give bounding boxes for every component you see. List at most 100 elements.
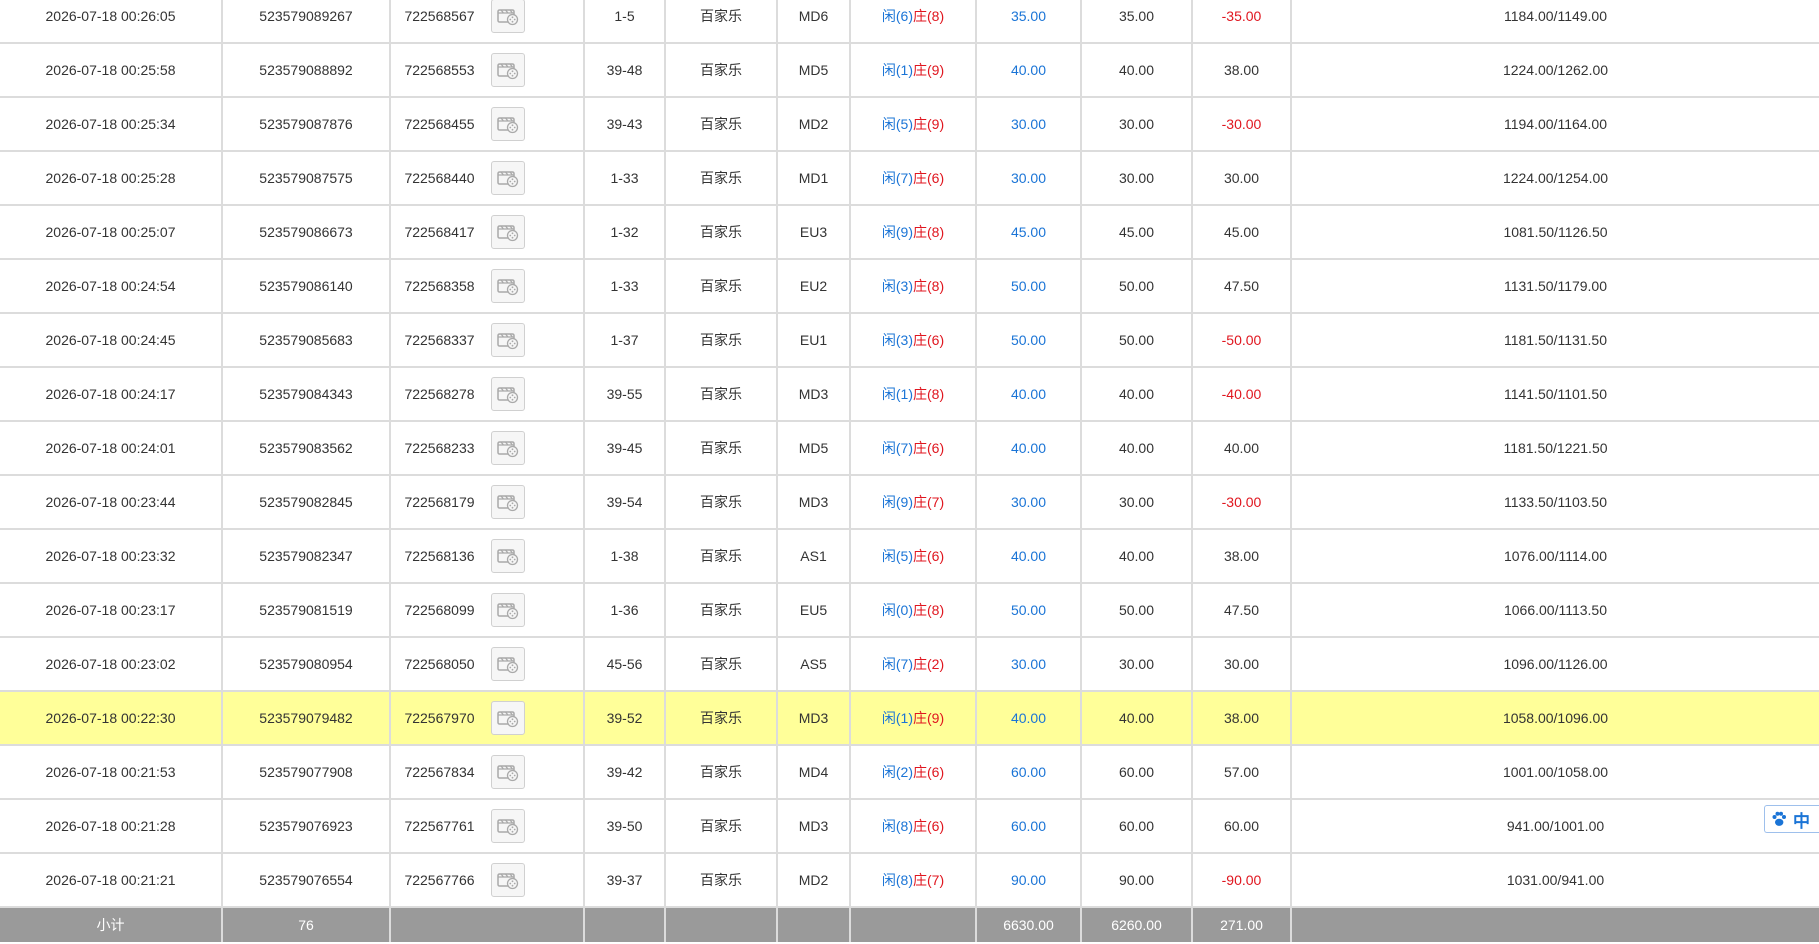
game-name: 百家乐 (665, 853, 778, 908)
table-code: MD3 (777, 367, 851, 422)
subtotal-count: 76 (222, 907, 391, 942)
bet-amount: 60.00 (976, 745, 1082, 800)
round-cell: 722568417 (390, 205, 585, 260)
subtotal-row: 小计 76 6630.00 6260.00 271.00 (0, 907, 1819, 942)
shoe-hand: 39-43 (584, 97, 666, 152)
replay-video-icon[interactable] (491, 53, 525, 87)
win-loss: 38.00 (1192, 691, 1292, 746)
banker-result: 庄(2) (913, 656, 945, 672)
shoe-hand: 39-55 (584, 367, 666, 422)
balance-change: 1181.50/1131.50 (1291, 313, 1819, 368)
replay-video-icon[interactable] (491, 0, 525, 33)
round-id: 722567834 (404, 764, 475, 780)
win-loss: 40.00 (1192, 421, 1292, 476)
balance-change: 1066.00/1113.50 (1291, 583, 1819, 638)
round-cell: 722568567 (390, 0, 585, 44)
balance-change: 1184.00/1149.00 (1291, 0, 1819, 44)
replay-video-icon[interactable] (491, 161, 525, 195)
player-result: 闲(9) (881, 224, 913, 240)
valid-bet: 50.00 (1081, 583, 1193, 638)
replay-video-icon[interactable] (491, 809, 525, 843)
replay-video-icon[interactable] (491, 215, 525, 249)
table-code: MD3 (777, 799, 851, 854)
bet-amount: 90.00 (976, 853, 1082, 908)
shoe-hand: 1-38 (584, 529, 666, 584)
banker-result: 庄(6) (913, 440, 945, 456)
replay-video-icon[interactable] (491, 377, 525, 411)
banker-result: 庄(7) (913, 872, 945, 888)
player-result: 闲(7) (881, 440, 913, 456)
round-id: 722568440 (404, 170, 475, 186)
shoe-hand: 39-52 (584, 691, 666, 746)
replay-video-icon[interactable] (491, 323, 525, 357)
player-result: 闲(5) (881, 548, 913, 564)
replay-video-icon[interactable] (491, 269, 525, 303)
banker-result: 庄(6) (913, 548, 945, 564)
bet-amount: 30.00 (976, 97, 1082, 152)
win-loss: -30.00 (1192, 97, 1292, 152)
replay-video-icon[interactable] (491, 107, 525, 141)
game-result: 闲(5)庄(6) (850, 529, 977, 584)
shoe-hand: 45-56 (584, 637, 666, 692)
bet-time: 2026-07-18 00:24:45 (0, 313, 223, 368)
replay-video-icon[interactable] (491, 485, 525, 519)
game-name: 百家乐 (665, 799, 778, 854)
game-name: 百家乐 (665, 97, 778, 152)
game-name: 百家乐 (665, 0, 778, 44)
valid-bet: 30.00 (1081, 151, 1193, 206)
bet-amount: 40.00 (976, 421, 1082, 476)
table-row: 2026-07-18 00:25:58 523579088892 722568553… (0, 43, 1819, 98)
round-cell: 722568440 (390, 151, 585, 206)
bet-amount: 30.00 (976, 637, 1082, 692)
win-loss: -40.00 (1192, 367, 1292, 422)
balance-change: 1001.00/1058.00 (1291, 745, 1819, 800)
shoe-hand: 39-48 (584, 43, 666, 98)
game-result: 闲(1)庄(8) (850, 367, 977, 422)
round-cell: 722568358 (390, 259, 585, 314)
ime-indicator[interactable]: 中 (1764, 805, 1819, 833)
replay-video-icon[interactable] (491, 647, 525, 681)
round-cell: 722568050 (390, 637, 585, 692)
table-row: 2026-07-18 00:21:28 523579076923 722567761… (0, 799, 1819, 854)
win-loss: 60.00 (1192, 799, 1292, 854)
round-id: 722568337 (404, 332, 475, 348)
bet-id: 523579080954 (222, 637, 391, 692)
replay-video-icon[interactable] (491, 863, 525, 897)
game-name: 百家乐 (665, 583, 778, 638)
table-row: 2026-07-18 00:25:34 523579087876 722568455… (0, 97, 1819, 152)
win-loss: 47.50 (1192, 583, 1292, 638)
win-loss: 47.50 (1192, 259, 1292, 314)
game-name: 百家乐 (665, 205, 778, 260)
table-code: MD3 (777, 475, 851, 530)
game-name: 百家乐 (665, 637, 778, 692)
game-name: 百家乐 (665, 313, 778, 368)
player-result: 闲(1) (881, 710, 913, 726)
bet-time: 2026-07-18 00:21:28 (0, 799, 223, 854)
replay-video-icon[interactable] (491, 431, 525, 465)
valid-bet: 50.00 (1081, 313, 1193, 368)
bet-time: 2026-07-18 00:21:21 (0, 853, 223, 908)
replay-video-icon[interactable] (491, 701, 525, 735)
shoe-hand: 1-33 (584, 259, 666, 314)
bet-amount: 30.00 (976, 151, 1082, 206)
replay-video-icon[interactable] (491, 755, 525, 789)
table-row: 2026-07-18 00:23:17 523579081519 722568099… (0, 583, 1819, 638)
bet-time: 2026-07-18 00:25:58 (0, 43, 223, 98)
bet-id: 523579076554 (222, 853, 391, 908)
round-cell: 722568099 (390, 583, 585, 638)
banker-result: 庄(8) (913, 8, 945, 24)
table-code: MD5 (777, 43, 851, 98)
subtotal-empty-result (850, 907, 977, 942)
table-row: 2026-07-18 00:22:30 523579079482 722567970… (0, 691, 1819, 746)
table-row: 2026-07-18 00:23:32 523579082347 722568136… (0, 529, 1819, 584)
valid-bet: 40.00 (1081, 691, 1193, 746)
bet-id: 523579076923 (222, 799, 391, 854)
round-id: 722568050 (404, 656, 475, 672)
bet-time: 2026-07-18 00:23:02 (0, 637, 223, 692)
replay-video-icon[interactable] (491, 539, 525, 573)
player-result: 闲(8) (881, 818, 913, 834)
bet-id: 523579089267 (222, 0, 391, 44)
bet-id: 523579085683 (222, 313, 391, 368)
subtotal-empty-table (777, 907, 851, 942)
replay-video-icon[interactable] (491, 593, 525, 627)
